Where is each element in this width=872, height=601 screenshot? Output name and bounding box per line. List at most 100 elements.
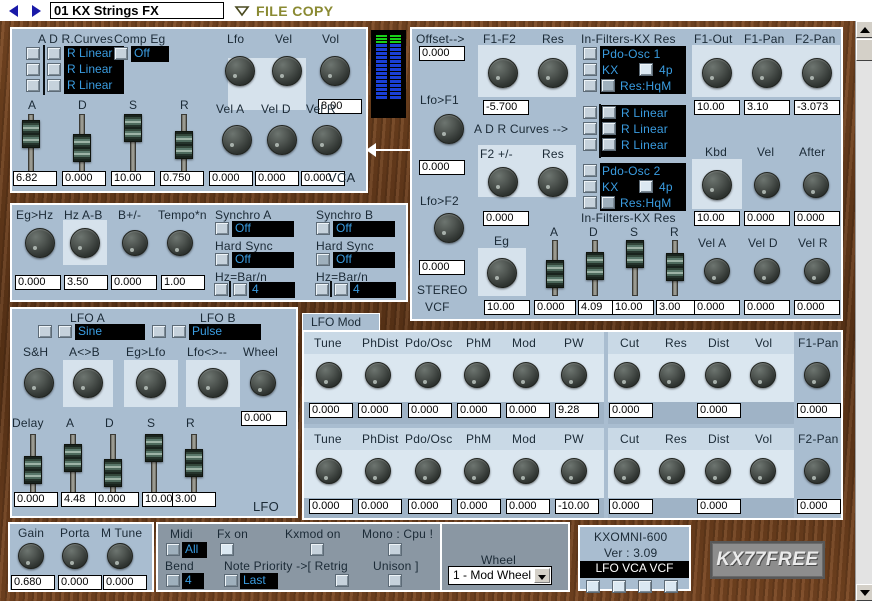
vcf-env-s-slider[interactable] [626,240,644,296]
vcf-f2pm-value[interactable]: 0.000 [483,211,529,226]
vca-comp-eg-check[interactable] [114,47,128,60]
b-pm-knob[interactable] [122,230,148,256]
vcf-env-s-value[interactable]: 10.00 [612,300,654,315]
lfo-wheelsrc-knob[interactable] [198,368,228,398]
vcf-curve-b-check-2[interactable] [602,122,616,135]
vcf-vel-a-knob[interactable] [704,258,730,284]
gain-knob[interactable] [18,543,44,569]
vca-env-d-value[interactable]: 0.000 [62,171,106,186]
vcf-curve-value-1[interactable]: R Linear [621,106,668,120]
mtune-value[interactable]: 0.000 [103,575,147,590]
vcf-env-r-slider[interactable] [666,240,684,296]
scrollbar-thumb[interactable] [856,39,872,61]
lfo-mod-row2-tune-value[interactable]: 0.000 [309,499,353,514]
slider-handle[interactable] [73,134,91,162]
file-copy-label[interactable]: FILE COPY [256,3,334,19]
synchro-a-bar-value[interactable]: 4 [249,282,295,298]
vcf-kbd-knob[interactable] [702,170,732,200]
lfo-mod-row2-phdist-knob[interactable] [365,458,391,484]
kxmod-on-check[interactable] [310,543,324,556]
vcf-curve-b-check-3[interactable] [602,138,616,151]
vca-env-a-slider[interactable] [22,114,40,176]
lfo-env-d-value[interactable]: 0.000 [95,492,139,507]
lfo-a-check-2[interactable] [58,325,72,338]
vcf-vel-a-value[interactable]: 0.000 [694,300,740,315]
synchro-a-check[interactable] [215,222,229,235]
vcf-osc2-poles-check[interactable] [639,180,653,193]
vcf-osc1-label[interactable]: Pdo-Osc 1 [602,47,661,61]
note-priority-value[interactable]: Last [240,573,278,589]
vcf-f2pm-knob[interactable] [488,167,518,197]
vca-env-s-value[interactable]: 10.00 [111,171,155,186]
lfo-mod-row2-tune-knob[interactable] [316,458,342,484]
vca-env-d-slider[interactable] [73,114,91,176]
vcf-f1f2-knob[interactable] [488,58,518,88]
lfo-mod-row1-dist-knob[interactable] [705,362,731,388]
vcf-osc2-check-3[interactable] [583,196,597,209]
mode-check-3[interactable] [638,580,652,593]
vcf-eg-knob[interactable] [487,258,517,288]
lfo-wheel-value[interactable]: 0.000 [241,411,287,426]
next-preset-arrow-icon[interactable] [28,3,44,19]
chevron-down-icon[interactable] [234,4,250,18]
lfo-mod-row1-res-knob[interactable] [659,362,685,388]
vcf-osc1-poles-label[interactable]: 4p [659,63,673,77]
tempo-value[interactable]: 1.00 [161,275,205,290]
lfo-env-r-value[interactable]: 3.00 [172,492,216,507]
lfo-a-wave-value[interactable]: Sine [75,324,145,340]
bend-value[interactable]: 4 [182,573,204,589]
vcf-osc1-check-3[interactable] [583,79,597,92]
lfo-mod-row2-pdoosc-value[interactable]: 0.000 [408,499,452,514]
slider-handle[interactable] [24,456,42,484]
vca-curve-d-check-2[interactable] [47,63,61,76]
vcf-after-knob[interactable] [803,172,829,198]
lfo-mod-row2-res-knob[interactable] [659,458,685,484]
lfo-mod-row1-phdist-knob[interactable] [365,362,391,388]
hz-ab-knob[interactable] [70,228,100,258]
vca-env-r-value[interactable]: 0.750 [160,171,204,186]
vcf-eg-value[interactable]: 10.00 [484,300,530,315]
lfo-mod-row2-mod-knob[interactable] [513,458,539,484]
slider-handle[interactable] [104,459,122,487]
lfo-mod-row1-phm-knob[interactable] [464,362,490,388]
vca-env-a-value[interactable]: 6.82 [13,171,57,186]
lfo-mod-row1-mod-knob[interactable] [513,362,539,388]
lfo-mod-row2-pdoosc-knob[interactable] [415,458,441,484]
vcf-osc1-poles-check[interactable] [639,63,653,76]
vca-vol-knob[interactable] [320,56,350,86]
synchro-a-value[interactable]: Off [232,221,294,237]
vcf-osc1-res-label[interactable]: Res:HqM [620,79,671,93]
vcf-osc2-kx-label[interactable]: KX [602,180,618,194]
slider-handle[interactable] [546,260,564,288]
synchro-b-value[interactable]: Off [333,221,395,237]
vcf-f1f2-value[interactable]: -5.700 [483,100,529,115]
lfo-mod-row1-pdoosc-knob[interactable] [415,362,441,388]
lfo-delay-slider[interactable] [24,434,42,496]
porta-knob[interactable] [62,543,88,569]
fx-on-check[interactable] [220,543,234,556]
vcf-vel-d-value[interactable]: 0.000 [744,300,790,315]
vcf-vel-value[interactable]: 0.000 [744,211,790,226]
vcf-vel-knob[interactable] [754,172,780,198]
lfo-eglfo-knob[interactable] [136,368,166,398]
vcf-vel-r-knob[interactable] [804,258,830,284]
synchro-a-hardsync-value[interactable]: Off [232,252,294,268]
vcf-lfo-f2-knob[interactable] [434,213,464,243]
lfo-env-s-slider[interactable] [145,434,163,496]
retrig-check[interactable] [335,574,349,587]
tempo-knob[interactable] [167,230,193,256]
lfo-mod-row2-vol-knob[interactable] [750,458,776,484]
lfo-mod-row2-pw-value[interactable]: -10.00 [555,499,599,514]
vca-env-s-slider[interactable] [124,114,142,176]
lfo-mod-row1-pdoosc-value[interactable]: 0.000 [408,403,452,418]
vcf-f1pan-value[interactable]: 3.10 [744,100,790,115]
vca-lfo-knob[interactable] [225,56,255,86]
vcf-f2pan-value[interactable]: -3.073 [794,100,840,115]
synchro-a-bar-check-2[interactable] [233,283,247,296]
vca-curve-d-check-1[interactable] [47,47,61,60]
unison-check[interactable] [388,574,402,587]
vcf-f2pan-knob[interactable] [802,58,832,88]
lfo-b-wave-value[interactable]: Pulse [189,324,261,340]
vcf-f1pan-knob[interactable] [752,58,782,88]
vcf-osc2-check-1[interactable] [583,164,597,177]
